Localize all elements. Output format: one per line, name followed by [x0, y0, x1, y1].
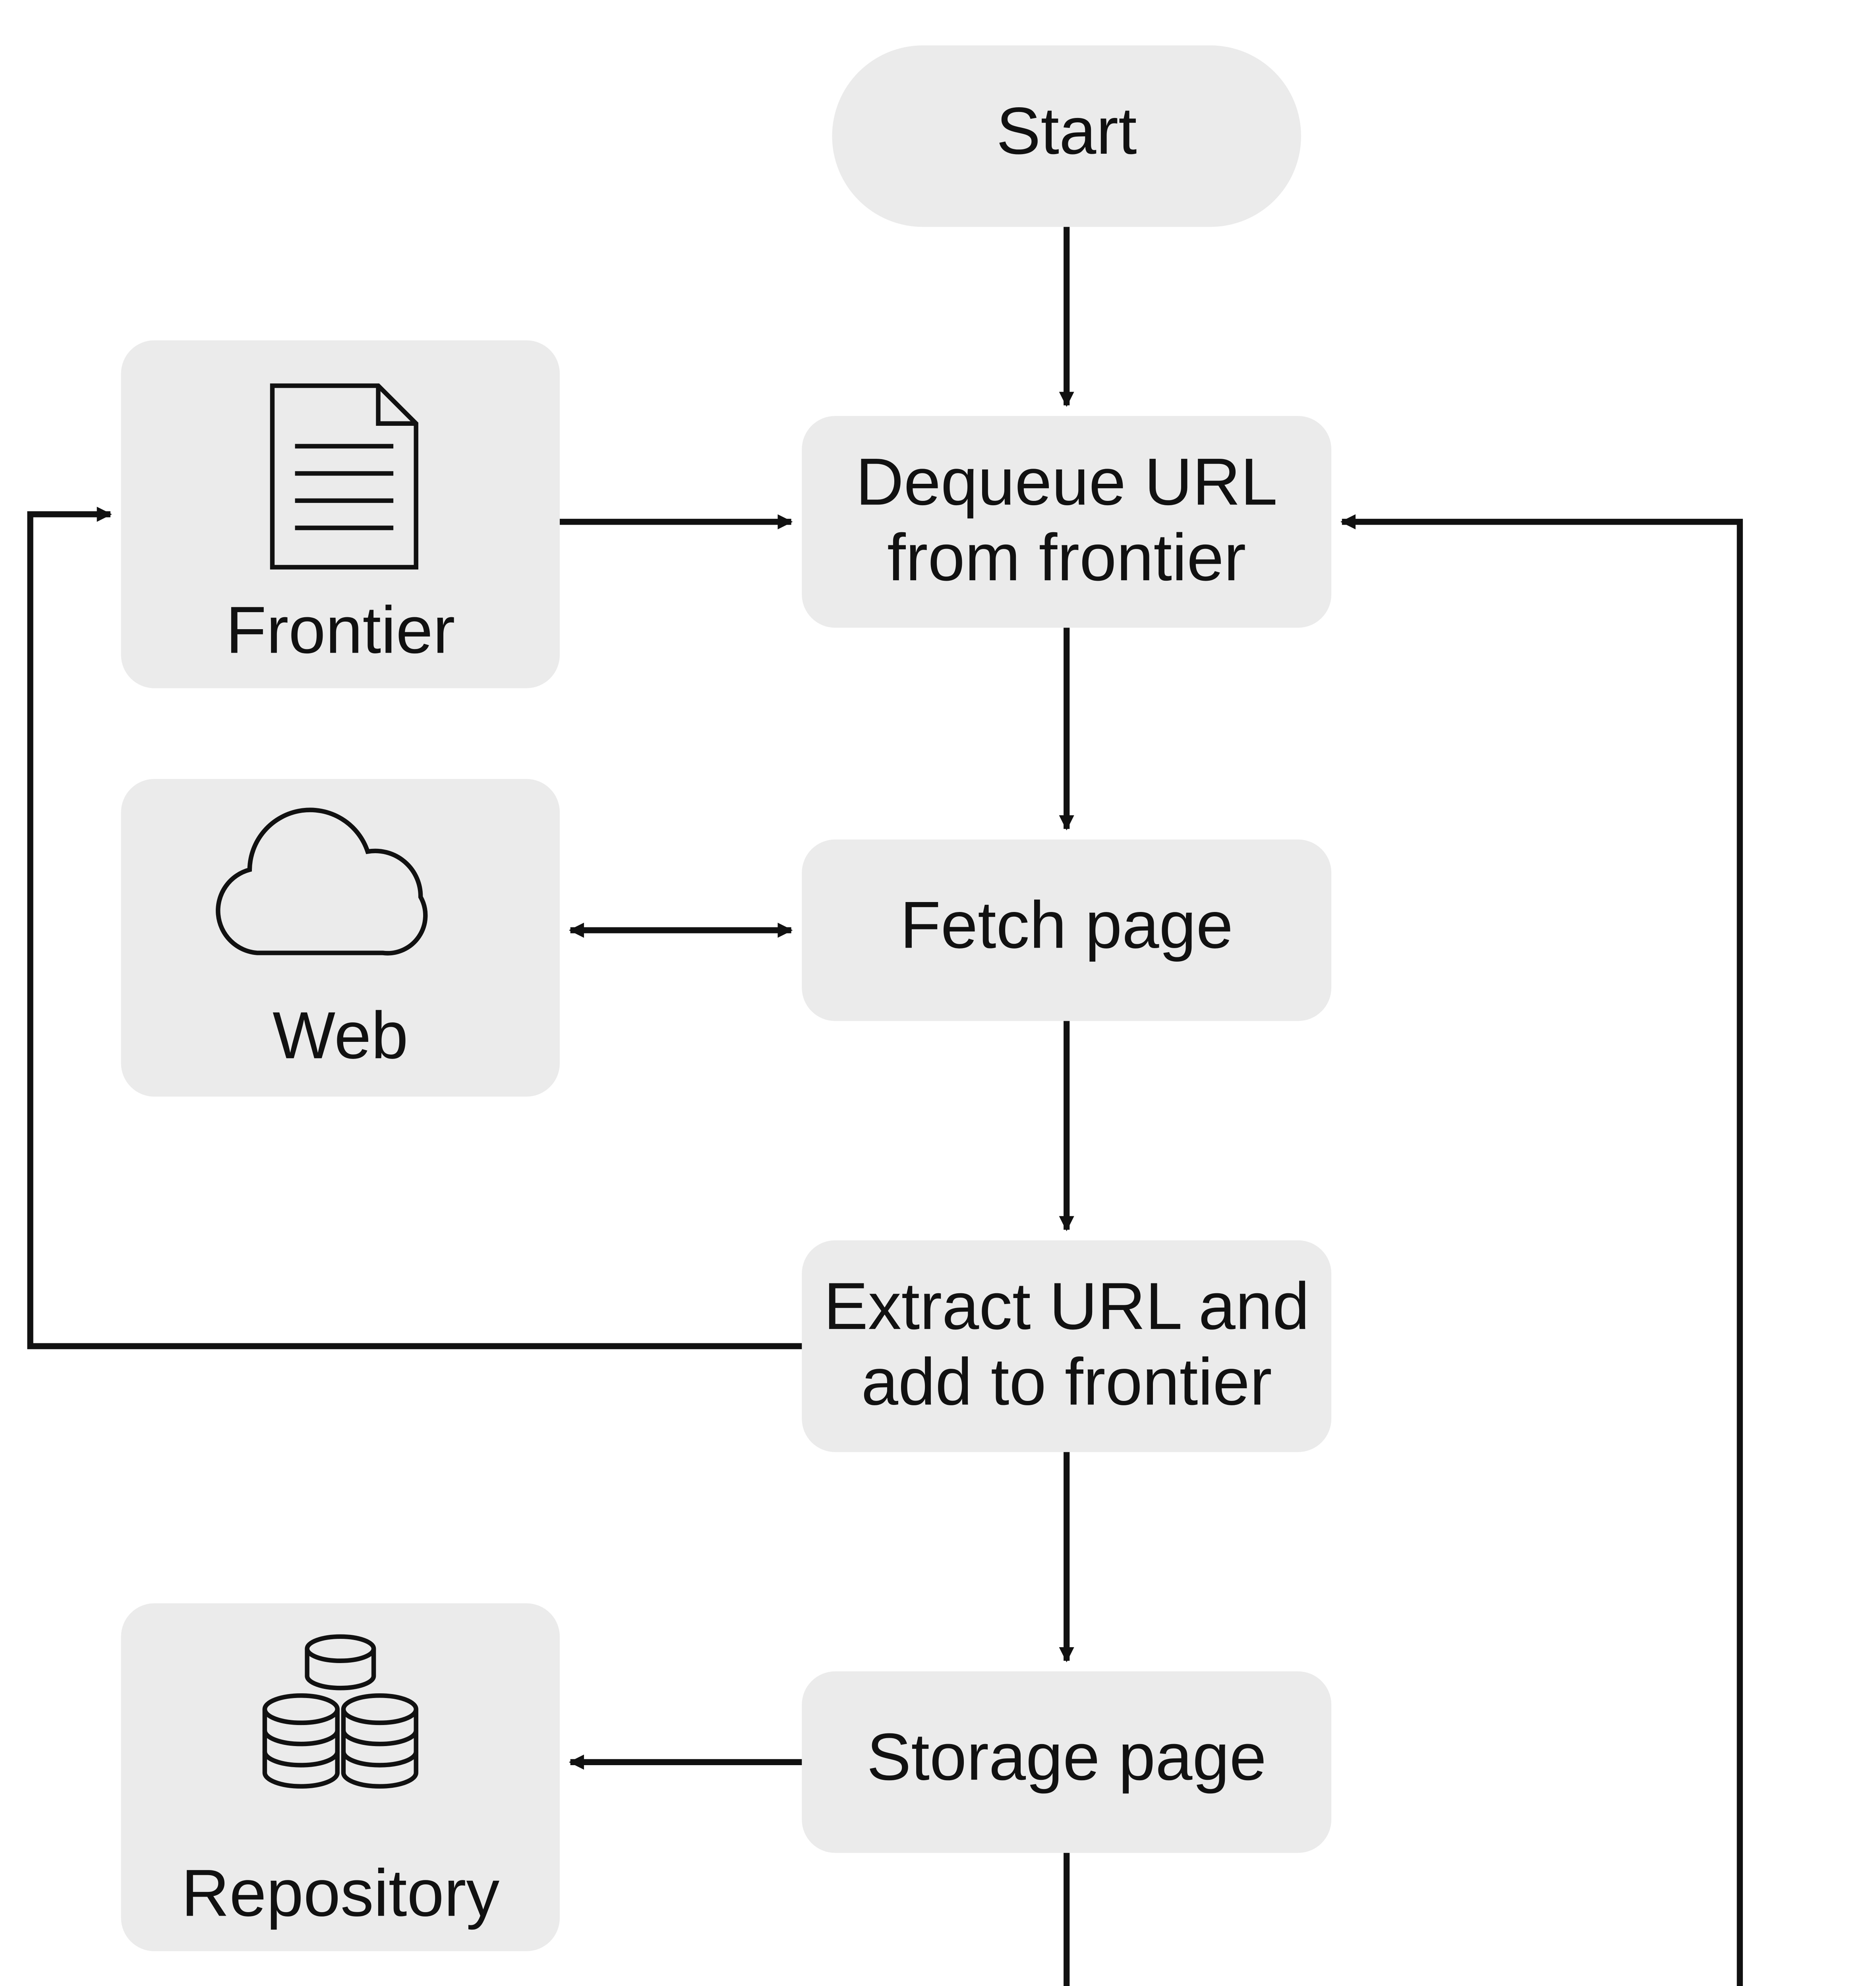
- dequeue-node: Dequeue URL from frontier: [802, 416, 1331, 628]
- start-node: Start: [832, 45, 1301, 227]
- fetch-label: Fetch page: [900, 887, 1233, 962]
- extract-node: Extract URL and add to frontier: [802, 1240, 1331, 1452]
- web-label: Web: [273, 998, 408, 1072]
- frontier-node: Frontier: [121, 340, 560, 688]
- web-node: Web: [121, 779, 560, 1097]
- dequeue-label-1: Dequeue URL: [856, 444, 1278, 519]
- storage-node: Storage page: [802, 1671, 1331, 1853]
- edge-done-no-loop: [1342, 522, 1740, 1986]
- fetch-node: Fetch page: [802, 839, 1331, 1021]
- start-label: Start: [996, 93, 1137, 168]
- extract-label-1: Extract URL and: [824, 1269, 1309, 1343]
- repository-label: Repository: [181, 1855, 499, 1930]
- frontier-label: Frontier: [226, 593, 455, 667]
- dequeue-label-2: from frontier: [887, 520, 1246, 595]
- storage-label: Storage page: [867, 1719, 1267, 1794]
- extract-label-2: add to frontier: [861, 1344, 1272, 1419]
- repository-node: Repository: [121, 1603, 560, 1951]
